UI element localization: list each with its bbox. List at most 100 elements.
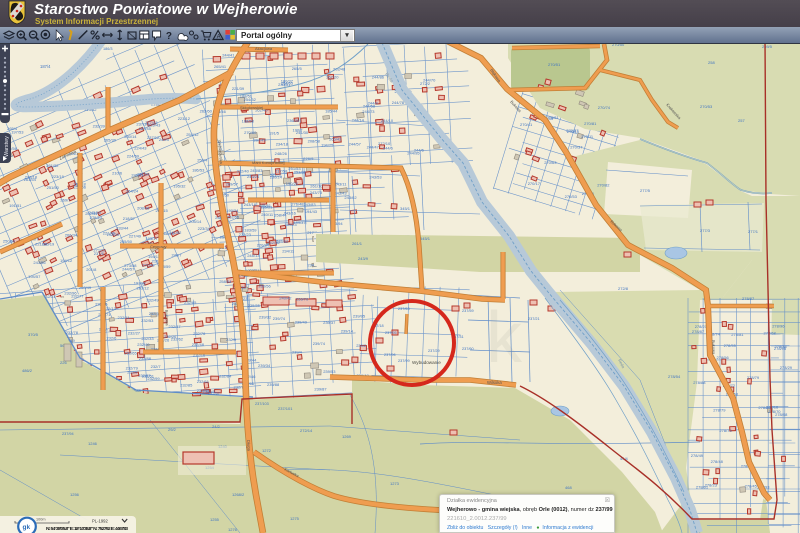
svg-text:272/8: 272/8 [618, 286, 629, 291]
svg-text:237/99: 237/99 [398, 359, 410, 363]
svg-text:1269: 1269 [342, 434, 352, 439]
svg-text:194/57: 194/57 [28, 274, 41, 279]
svg-text:232/84: 232/84 [219, 374, 232, 379]
svg-text:278/88: 278/88 [693, 380, 706, 385]
svg-text:250/4: 250/4 [197, 158, 208, 163]
svg-text:243/11: 243/11 [335, 182, 348, 187]
svg-text:A: A [217, 35, 221, 41]
svg-text:Marii Konopnickiej: Marii Konopnickiej [252, 160, 285, 165]
svg-text:194/43: 194/43 [305, 209, 318, 214]
svg-text:265/4: 265/4 [7, 126, 18, 131]
svg-text:239/49: 239/49 [295, 320, 308, 325]
svg-text:277/1: 277/1 [748, 229, 759, 234]
svg-text:278/45: 278/45 [745, 483, 758, 488]
svg-text:248/26: 248/26 [275, 151, 288, 156]
svg-text:240/42: 240/42 [279, 296, 292, 301]
svg-text:232/53: 232/53 [141, 318, 154, 323]
svg-text:1276: 1276 [228, 527, 238, 532]
svg-text:278/48: 278/48 [711, 459, 724, 464]
svg-text:244/10: 244/10 [381, 118, 394, 123]
svg-text:205/14: 205/14 [189, 219, 202, 224]
svg-text:242/36: 242/36 [267, 240, 280, 245]
svg-text:279/23: 279/23 [90, 215, 103, 220]
svg-text:270/63: 270/63 [544, 160, 557, 165]
svg-text:1275: 1275 [290, 516, 300, 521]
svg-text:237/60: 237/60 [462, 347, 474, 351]
svg-text:267/20: 267/20 [326, 74, 339, 79]
svg-text:Bukowa: Bukowa [711, 340, 717, 355]
svg-text:190/54: 190/54 [226, 208, 239, 213]
svg-text:370/5: 370/5 [28, 332, 39, 337]
svg-text:278/56: 278/56 [717, 355, 730, 360]
svg-text:?: ? [166, 31, 172, 42]
svg-text:239/14: 239/14 [341, 328, 354, 333]
svg-text:265/41: 265/41 [214, 64, 227, 69]
svg-text:243/56: 243/56 [33, 260, 46, 265]
svg-text:237/21: 237/21 [528, 317, 540, 321]
svg-text:232/39: 232/39 [93, 124, 106, 129]
svg-text:486/2: 486/2 [22, 368, 33, 373]
svg-text:191/51: 191/51 [9, 203, 22, 208]
svg-text:232/9: 232/9 [127, 370, 138, 375]
svg-text:199/37: 199/37 [293, 220, 306, 225]
svg-text:278/96: 278/96 [772, 324, 785, 329]
svg-text:232/40: 232/40 [137, 342, 150, 347]
svg-text:265/5: 265/5 [292, 66, 303, 71]
svg-text:263/12: 263/12 [137, 285, 150, 290]
svg-text:243/73: 243/73 [310, 190, 323, 195]
svg-text:239/95: 239/95 [353, 313, 366, 318]
svg-text:250/56: 250/56 [259, 284, 272, 289]
svg-text:244/70: 244/70 [423, 77, 436, 82]
svg-text:232/77: 232/77 [71, 294, 84, 299]
svg-text:278/95: 278/95 [774, 346, 787, 351]
svg-text:270/60: 270/60 [244, 130, 257, 135]
svg-text:239/4: 239/4 [292, 349, 303, 354]
svg-text:190/20: 190/20 [286, 181, 299, 186]
svg-text:270/74: 270/74 [598, 105, 611, 110]
svg-text:244/9: 244/9 [368, 101, 379, 106]
svg-text:244/73: 244/73 [362, 109, 375, 114]
svg-text:207/49: 207/49 [254, 138, 267, 143]
svg-text:266/34: 266/34 [65, 233, 78, 238]
svg-text:224/59: 224/59 [127, 154, 140, 159]
svg-text:186/3: 186/3 [103, 47, 113, 51]
svg-text:270/17: 270/17 [528, 181, 541, 186]
svg-text:278/54: 278/54 [668, 374, 681, 379]
svg-text:278/27: 278/27 [742, 296, 755, 301]
svg-text:237/12: 237/12 [147, 135, 160, 140]
svg-text:232/13: 232/13 [104, 306, 117, 311]
svg-text:243/83: 243/83 [303, 202, 316, 207]
svg-text:244/78: 244/78 [392, 100, 405, 105]
svg-text:270/81: 270/81 [584, 121, 597, 126]
svg-text:244/41: 244/41 [222, 53, 235, 58]
svg-text:gk: gk [23, 524, 31, 531]
svg-text:Długa: Długa [246, 440, 252, 452]
svg-text:257: 257 [738, 118, 745, 123]
svg-text:271/22: 271/22 [93, 247, 106, 252]
svg-text:261/10: 261/10 [310, 183, 323, 188]
svg-text:232/85: 232/85 [180, 382, 193, 387]
svg-text:187/45: 187/45 [139, 126, 152, 131]
svg-text:258/54: 258/54 [219, 279, 232, 284]
svg-text:239/70: 239/70 [296, 297, 309, 302]
svg-text:243/53: 243/53 [369, 174, 382, 179]
svg-text:200/19: 200/19 [42, 241, 55, 246]
svg-text:261/1: 261/1 [352, 241, 363, 246]
svg-text:244/47: 244/47 [367, 144, 380, 149]
svg-text:195/32: 195/32 [173, 183, 186, 188]
svg-text:251/50: 251/50 [47, 185, 60, 190]
svg-text:232/49: 232/49 [146, 297, 159, 302]
svg-text:272/14: 272/14 [300, 428, 313, 433]
svg-text:241/30: 241/30 [296, 130, 309, 135]
svg-text:234/18: 234/18 [276, 142, 289, 147]
svg-text:232/6: 232/6 [106, 335, 117, 340]
svg-text:223/19: 223/19 [52, 174, 65, 179]
svg-text:239/32: 239/32 [259, 315, 272, 320]
svg-text:243/83: 243/83 [250, 168, 263, 173]
svg-text:218/57: 218/57 [123, 216, 136, 221]
svg-text:278/49: 278/49 [691, 453, 704, 458]
svg-text:232/33: 232/33 [141, 336, 154, 341]
svg-text:243/16: 243/16 [284, 210, 297, 215]
svg-text:232/88: 232/88 [139, 356, 152, 361]
svg-text:262/60: 262/60 [200, 108, 213, 113]
